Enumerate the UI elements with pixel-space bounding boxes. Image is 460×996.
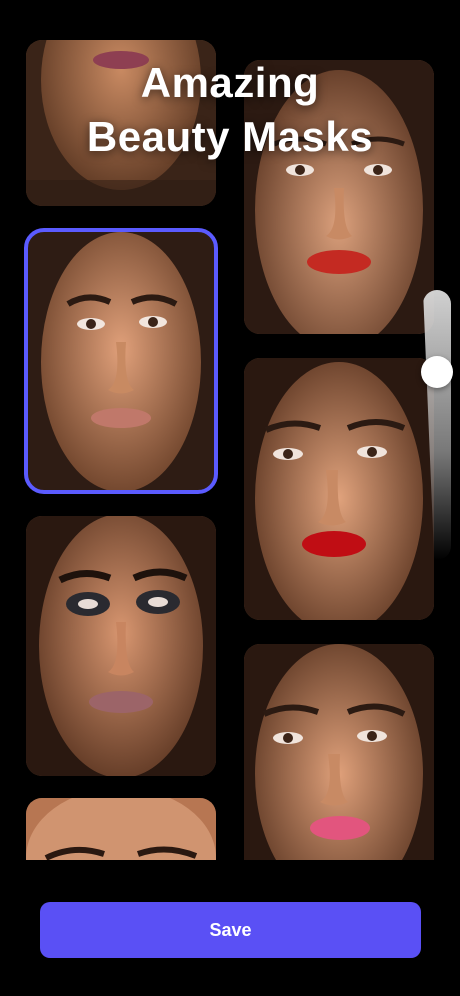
mask-card-selected[interactable] — [24, 228, 218, 494]
mask-card[interactable] — [26, 516, 216, 776]
screen: Amazing Beauty Masks Save — [0, 0, 460, 996]
face-thumbnail — [28, 232, 214, 490]
intensity-slider-thumb[interactable] — [421, 356, 453, 388]
save-button[interactable]: Save — [40, 902, 421, 958]
title-line-2: Beauty Masks — [86, 113, 374, 160]
mask-card[interactable] — [244, 358, 434, 620]
face-thumbnail — [244, 644, 434, 878]
face-thumbnail — [244, 358, 434, 620]
page-title: Amazing Beauty Masks — [0, 56, 460, 164]
mask-card[interactable] — [244, 644, 434, 878]
face-thumbnail — [26, 516, 216, 776]
title-line-1: Amazing — [140, 59, 320, 106]
